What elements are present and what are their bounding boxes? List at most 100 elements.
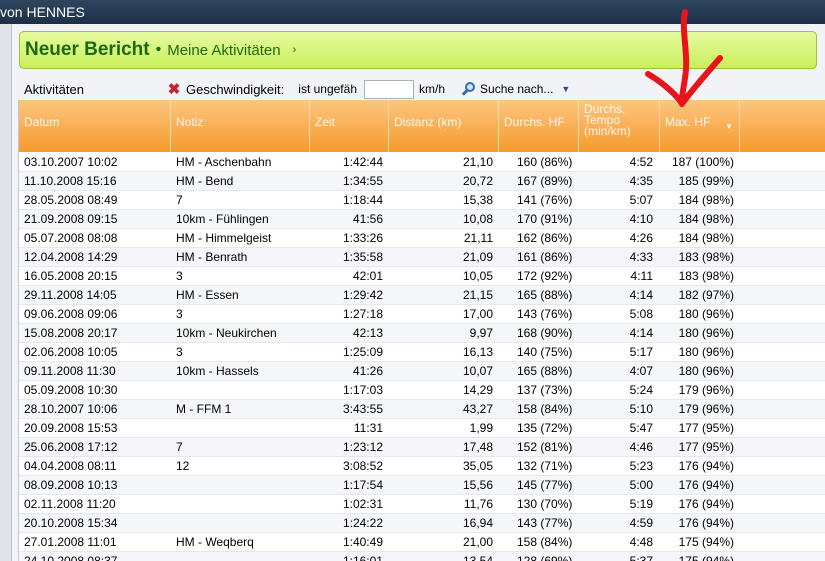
cell-avg-hf: 145 (77%) bbox=[517, 478, 573, 492]
cell-time: 1:42:44 bbox=[342, 155, 383, 169]
cell-time: 1:40:49 bbox=[342, 535, 383, 549]
cell-note bbox=[171, 476, 310, 494]
cell-time: 1:02:31 bbox=[342, 497, 383, 511]
cell-avg-tempo: 4:46 bbox=[629, 440, 653, 454]
cell-filler bbox=[740, 305, 825, 323]
cell-date: 02.06.2008 10:05 bbox=[24, 345, 118, 359]
cell-distance: 21,09 bbox=[462, 250, 493, 264]
cell-note: HM - Bend bbox=[176, 174, 234, 188]
dropdown-arrow-icon[interactable]: ▼ bbox=[561, 84, 570, 94]
cell-note: HM - Aschenbahn bbox=[176, 155, 272, 169]
section-label: Aktivitäten bbox=[24, 81, 84, 97]
table-row[interactable]: 12.04.2008 14:29 HM - Benrath 1:35:58 21,09… bbox=[19, 248, 825, 267]
cell-note: HM - Himmelgeist bbox=[176, 231, 272, 245]
table-row[interactable]: 16.05.2008 20:15 3 42:01 10,05 172 (92%) 4:11… bbox=[19, 267, 825, 286]
cell-filler bbox=[740, 343, 825, 361]
cell-avg-hf: 152 (81%) bbox=[517, 440, 573, 454]
cell-avg-hf: 170 (91%) bbox=[517, 212, 573, 226]
cell-avg-hf: 143 (76%) bbox=[517, 307, 573, 321]
table-row[interactable]: 05.07.2008 08:08 HM - Himmelgeist 1:33:26 2… bbox=[19, 229, 825, 248]
cell-distance: 16,94 bbox=[462, 516, 493, 530]
cell-date: 25.06.2008 17:12 bbox=[24, 440, 118, 454]
table-row[interactable]: 02.11.2008 11:20 1:02:31 11,76 130 (70%) 5:1… bbox=[19, 495, 825, 514]
cell-avg-tempo: 5:00 bbox=[629, 478, 653, 492]
cell-time: 41:56 bbox=[352, 212, 383, 226]
table-row[interactable]: 28.10.2007 10:06 M - FFM 1 3:43:55 43,27 158… bbox=[19, 400, 825, 419]
table-row[interactable]: 08.09.2008 10:13 1:17:54 15,56 145 (77%) 5:0… bbox=[19, 476, 825, 495]
table-row[interactable]: 24.10.2008 08:37 1:16:01 13,54 128 (69%) 5:3… bbox=[19, 552, 825, 561]
cell-date: 05.09.2008 10:30 bbox=[24, 383, 118, 397]
table-row[interactable]: 20.09.2008 15:53 11:31 1,99 135 (72%) 5:47 17… bbox=[19, 419, 825, 438]
column-header-avg-hf[interactable]: Durchs. HF bbox=[499, 100, 579, 152]
cell-distance: 10,05 bbox=[462, 269, 493, 283]
table-row[interactable]: 21.09.2008 09:15 10km - Fühlingen 41:56 10,… bbox=[19, 210, 825, 229]
table-row[interactable]: 09.11.2008 11:30 10km - Hassels 41:26 10,07… bbox=[19, 362, 825, 381]
filter-bar: Aktivitäten ✖ Geschwindigkeit: ist ungef… bbox=[24, 77, 824, 101]
cell-date: 20.09.2008 15:53 bbox=[24, 421, 118, 435]
cell-max-hf: 180 (96%) bbox=[678, 345, 734, 359]
cell-avg-tempo: 5:10 bbox=[629, 402, 653, 416]
cell-distance: 21,00 bbox=[462, 535, 493, 549]
column-header-max-hf[interactable]: Max. HF ▼ bbox=[660, 100, 740, 152]
cell-distance: 17,48 bbox=[462, 440, 493, 454]
column-header-avg-tempo[interactable]: Durchs. Tempo (min/km) bbox=[579, 100, 660, 152]
table-row[interactable]: 27.01.2008 11:01 HM - Weqberq 1:40:49 21,00… bbox=[19, 533, 825, 552]
cell-distance: 35,05 bbox=[462, 459, 493, 473]
cell-time: 1:27:18 bbox=[342, 307, 383, 321]
cell-max-hf: 176 (94%) bbox=[678, 478, 734, 492]
cell-filler bbox=[740, 552, 825, 561]
cell-avg-tempo: 5:19 bbox=[629, 497, 653, 511]
table-row[interactable]: 20.10.2008 15:34 1:24:22 16,94 143 (77%) 4:5… bbox=[19, 514, 825, 533]
cell-avg-tempo: 5:37 bbox=[629, 554, 653, 561]
column-header-time[interactable]: Zeit bbox=[310, 100, 389, 152]
remove-filter-icon[interactable]: ✖ bbox=[164, 80, 184, 98]
table-row[interactable]: 15.08.2008 20:17 10km - Neukirchen 42:13 9,… bbox=[19, 324, 825, 343]
cell-time: 42:01 bbox=[352, 269, 383, 283]
cell-avg-hf: 132 (71%) bbox=[517, 459, 573, 473]
activities-table: Datum Notiz Zeit Distanz (km) Durchs. HF… bbox=[18, 100, 825, 561]
search-button[interactable]: Suche nach... bbox=[461, 81, 553, 97]
table-row[interactable]: 04.04.2008 08:11 12 3:08:52 35,05 132 (71%) 5… bbox=[19, 457, 825, 476]
cell-max-hf: 183 (98%) bbox=[678, 250, 734, 264]
report-subtitle-link[interactable]: Meine Aktivitäten bbox=[167, 42, 280, 59]
cell-avg-hf: 172 (92%) bbox=[517, 269, 573, 283]
column-header-note[interactable]: Notiz bbox=[171, 100, 310, 152]
cell-avg-hf: 162 (86%) bbox=[517, 231, 573, 245]
cell-filler bbox=[740, 495, 825, 513]
column-header-date[interactable]: Datum bbox=[19, 100, 171, 152]
sort-descending-icon[interactable]: ▼ bbox=[725, 121, 733, 132]
filter-operator[interactable]: ist ungefäh bbox=[298, 82, 357, 96]
cell-distance: 43,27 bbox=[462, 402, 493, 416]
cell-avg-tempo: 4:33 bbox=[629, 250, 653, 264]
cell-date: 28.10.2007 10:06 bbox=[24, 402, 118, 416]
cell-filler bbox=[740, 172, 825, 190]
chevron-right-icon[interactable]: › bbox=[293, 44, 297, 56]
report-banner: Neuer Bericht • Meine Aktivitäten › bbox=[19, 31, 817, 69]
cell-max-hf: 179 (96%) bbox=[678, 383, 734, 397]
table-row[interactable]: 29.11.2008 14:05 HM - Essen 1:29:42 21,15 16… bbox=[19, 286, 825, 305]
cell-avg-hf: 167 (89%) bbox=[517, 174, 573, 188]
cell-max-hf: 180 (96%) bbox=[678, 326, 734, 340]
cell-avg-tempo: 4:14 bbox=[629, 326, 653, 340]
table-row[interactable]: 09.06.2008 09:06 3 1:27:18 17,00 143 (76%) 5:… bbox=[19, 305, 825, 324]
column-header-distance[interactable]: Distanz (km) bbox=[389, 100, 499, 152]
cell-time: 1:24:22 bbox=[342, 516, 383, 530]
cell-filler bbox=[740, 286, 825, 304]
table-row[interactable]: 05.09.2008 10:30 1:17:03 14,29 137 (73%) 5:2… bbox=[19, 381, 825, 400]
table-row[interactable]: 02.06.2008 10:05 3 1:25:09 16,13 140 (75%) 5:… bbox=[19, 343, 825, 362]
cell-date: 03.10.2007 10:02 bbox=[24, 155, 118, 169]
cell-note bbox=[171, 514, 310, 532]
cell-avg-hf: 137 (73%) bbox=[517, 383, 573, 397]
filter-value-input[interactable] bbox=[364, 79, 414, 99]
table-row[interactable]: 03.10.2007 10:02 HM - Aschenbahn 1:42:44 21… bbox=[19, 153, 825, 172]
cell-filler bbox=[740, 191, 825, 209]
cell-avg-hf: 168 (90%) bbox=[517, 326, 573, 340]
table-row[interactable]: 11.10.2008 15:16 HM - Bend 1:34:55 20,72 167… bbox=[19, 172, 825, 191]
table-row[interactable]: 25.06.2008 17:12 7 1:23:12 17,48 152 (81%) 4:… bbox=[19, 438, 825, 457]
cell-distance: 9,97 bbox=[469, 326, 493, 340]
cell-date: 20.10.2008 15:34 bbox=[24, 516, 118, 530]
cell-date: 27.01.2008 11:01 bbox=[24, 535, 117, 549]
table-row[interactable]: 28.05.2008 08:49 7 1:18:44 15,38 141 (76%) 5:… bbox=[19, 191, 825, 210]
filter-field-label: Geschwindigkeit: bbox=[186, 81, 285, 97]
cell-distance: 1,99 bbox=[469, 421, 493, 435]
